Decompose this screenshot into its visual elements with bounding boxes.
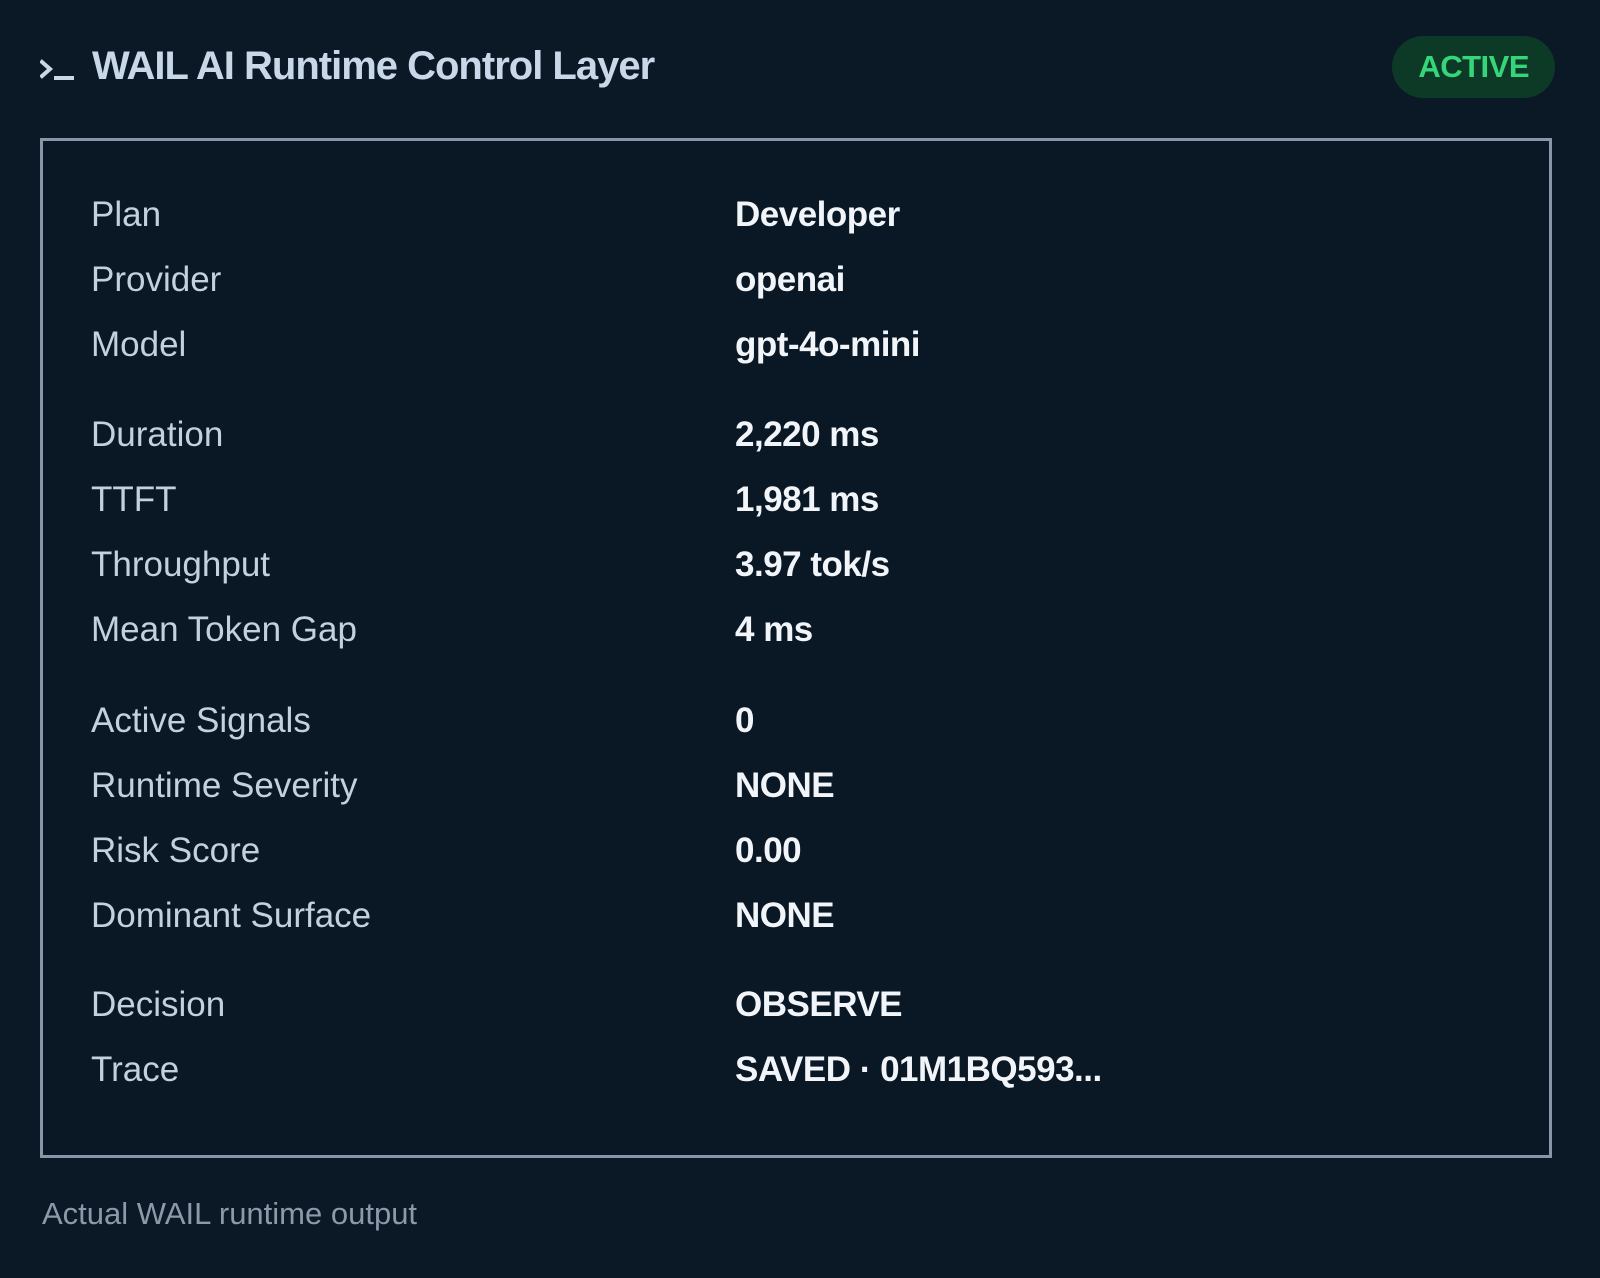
metric-row-active-signals: Active Signals 0 — [91, 691, 1511, 756]
runtime-card: WAIL AI Runtime Control Layer ACTIVE Pla… — [0, 0, 1600, 1278]
metric-row-throughput: Throughput 3.97 tok/s — [91, 535, 1511, 600]
metric-label: Duration — [91, 415, 224, 454]
metric-value: NONE — [735, 766, 835, 805]
metric-label: Dominant Surface — [91, 896, 372, 935]
metric-label: Model — [91, 325, 187, 364]
risk-group: Active Signals 0 Runtime Severity NONE R… — [91, 691, 1511, 951]
metric-label: Throughput — [91, 545, 271, 584]
metric-value: 4 ms — [735, 610, 813, 649]
decision-group: Decision OBSERVE Trace SAVED · 01M1BQ593… — [91, 975, 1511, 1105]
metric-value: gpt-4o-mini — [735, 325, 921, 364]
metric-row-mean-token-gap: Mean Token Gap 4 ms — [91, 600, 1511, 665]
metric-row-provider: Provider openai — [91, 250, 1511, 315]
metric-row-dominant-surface: Dominant Surface NONE — [91, 886, 1511, 951]
metric-row-plan: Plan Developer — [91, 185, 1511, 250]
metric-value: 0 — [735, 701, 754, 740]
metric-value: OBSERVE — [735, 985, 903, 1024]
metric-value: openai — [735, 260, 845, 299]
metric-value: 2,220 ms — [735, 415, 879, 454]
metric-row-runtime-severity: Runtime Severity NONE — [91, 756, 1511, 821]
metric-value: 0.00 — [735, 831, 802, 870]
config-group: Plan Developer Provider openai Model gpt… — [91, 185, 1511, 380]
card-header: WAIL AI Runtime Control Layer ACTIVE — [40, 36, 1555, 100]
performance-group: Duration 2,220 ms TTFT 1,981 ms Throughp… — [91, 405, 1511, 665]
terminal-icon — [40, 59, 74, 80]
trace-value[interactable]: SAVED · 01M1BQ593... — [735, 1050, 1102, 1090]
metric-label: TTFT — [91, 480, 177, 519]
metric-label: Trace — [91, 1050, 180, 1089]
metric-row-decision: Decision OBSERVE — [91, 975, 1511, 1040]
page-title: WAIL AI Runtime Control Layer — [92, 44, 655, 88]
metric-value: NONE — [735, 896, 835, 935]
metric-row-model: Model gpt-4o-mini — [91, 315, 1511, 380]
metrics-panel: Plan Developer Provider openai Model gpt… — [40, 138, 1552, 1158]
metric-row-duration: Duration 2,220 ms — [91, 405, 1511, 470]
metric-label: Provider — [91, 260, 222, 299]
metric-row-trace: Trace SAVED · 01M1BQ593... — [91, 1040, 1511, 1105]
metric-value: 1,981 ms — [735, 480, 879, 519]
metric-label: Mean Token Gap — [91, 610, 357, 649]
metric-label: Runtime Severity — [91, 766, 358, 805]
metric-label: Plan — [91, 195, 162, 234]
metric-row-risk-score: Risk Score 0.00 — [91, 821, 1511, 886]
metric-label: Active Signals — [91, 701, 311, 740]
status-badge: ACTIVE — [1392, 36, 1555, 98]
metric-label: Risk Score — [91, 831, 261, 870]
metric-label: Decision — [91, 985, 226, 1024]
metric-row-ttft: TTFT 1,981 ms — [91, 470, 1511, 535]
metric-value: Developer — [735, 195, 900, 234]
metric-value: 3.97 tok/s — [735, 545, 890, 584]
footer-caption: Actual WAIL runtime output — [42, 1196, 418, 1231]
